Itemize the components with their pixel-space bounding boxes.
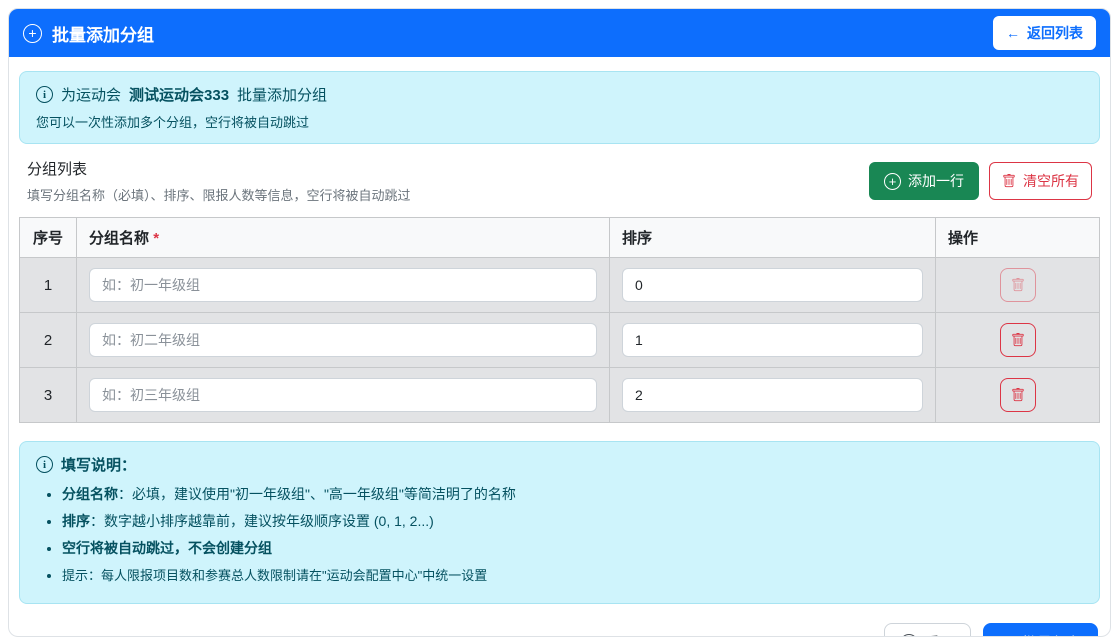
arrow-left-icon: ← <box>1006 25 1020 41</box>
table-row: 1 <box>20 258 1100 313</box>
row-index: 3 <box>20 368 77 423</box>
clear-all-button[interactable]: 清空所有 <box>989 162 1092 200</box>
batch-save-label: 批量保存 <box>1022 632 1082 637</box>
back-to-list-button[interactable]: ← 返回列表 <box>993 16 1096 50</box>
delete-row-button[interactable] <box>1000 268 1036 302</box>
row-action-cell <box>936 258 1100 313</box>
table-row: 2 <box>20 313 1100 368</box>
intro-prefix: 为运动会 <box>61 84 121 105</box>
row-sort-cell <box>610 313 936 368</box>
notes-list: 分组名称：必填，建议使用"初一年级组"、"高一年级组"等简洁明了的名称 排序：数… <box>62 484 1083 584</box>
intro-alert-line2: 您可以一次性添加多个分组，空行将被自动跳过 <box>36 112 1083 131</box>
table-row: 3 <box>20 368 1100 423</box>
sort-order-input[interactable] <box>622 378 923 412</box>
reset-label: 重置 <box>925 632 955 637</box>
table-header-row: 序号 分组名称 * 排序 操作 <box>20 218 1100 258</box>
sort-order-input[interactable] <box>622 268 923 302</box>
row-sort-cell <box>610 368 936 423</box>
page-title-wrap: + 批量添加分组 <box>23 21 154 46</box>
intro-alert: i 为运动会 测试运动会333 批量添加分组 您可以一次性添加多个分组，空行将被… <box>19 71 1100 144</box>
x-circle-icon: × <box>900 634 918 638</box>
trash-icon <box>1002 174 1016 188</box>
required-asterisk: * <box>153 230 159 247</box>
batch-save-button[interactable]: 批量保存 <box>983 623 1098 637</box>
plus-circle-icon: + <box>23 24 42 43</box>
reset-button[interactable]: × 重置 <box>884 623 971 637</box>
section-subtitle: 填写分组名称（必填）、排序、限报人数等信息，空行将被自动跳过 <box>27 185 411 204</box>
add-row-button[interactable]: + 添加一行 <box>869 162 979 200</box>
section-actions: + 添加一行 清空所有 <box>869 162 1092 200</box>
note-item: 空行将被自动跳过，不会创建分组 <box>62 538 1083 558</box>
note-bold: 分组名称 <box>62 486 118 502</box>
back-to-list-label: 返回列表 <box>1027 23 1083 43</box>
group-name-input[interactable] <box>89 378 597 412</box>
col-header-name: 分组名称 * <box>77 218 610 258</box>
intro-suffix: 批量添加分组 <box>237 84 327 105</box>
save-icon <box>999 635 1015 638</box>
note-text: ：必填，建议使用"初一年级组"、"高一年级组"等简洁明了的名称 <box>118 486 516 502</box>
intro-alert-line1: i 为运动会 测试运动会333 批量添加分组 <box>36 84 1083 105</box>
note-bold: 排序 <box>62 513 90 529</box>
clear-all-label: 清空所有 <box>1023 171 1079 191</box>
trash-icon <box>1011 333 1025 347</box>
sort-order-input[interactable] <box>622 323 923 357</box>
row-sort-cell <box>610 258 936 313</box>
group-list-section-head: 分组列表 填写分组名称（必填）、排序、限报人数等信息，空行将被自动跳过 + 添加… <box>27 158 1092 204</box>
note-text: ：数字越小排序越靠前，建议按年级顺序设置 (0, 1, 2...) <box>90 513 434 529</box>
col-header-name-label: 分组名称 <box>89 230 149 247</box>
row-name-cell <box>77 313 610 368</box>
note-bold: 空行将被自动跳过，不会创建分组 <box>62 540 272 556</box>
note-text: 提示：每人限报项目数和参赛总人数限制请在"运动会配置中心"中统一设置 <box>62 568 487 583</box>
section-title-wrap: 分组列表 填写分组名称（必填）、排序、限报人数等信息，空行将被自动跳过 <box>27 158 411 204</box>
add-row-label: 添加一行 <box>908 171 964 191</box>
groups-table: 序号 分组名称 * 排序 操作 1 <box>19 217 1100 423</box>
card-header: + 批量添加分组 ← 返回列表 <box>9 9 1110 57</box>
row-name-cell <box>77 368 610 423</box>
col-header-index: 序号 <box>20 218 77 258</box>
notes-title-wrap: i 填写说明： <box>36 454 1083 475</box>
note-item: 提示：每人限报项目数和参赛总人数限制请在"运动会配置中心"中统一设置 <box>62 565 1083 584</box>
info-circle-icon: i <box>36 456 53 473</box>
note-item: 排序：数字越小排序越靠前，建议按年级顺序设置 (0, 1, 2...) <box>62 511 1083 531</box>
row-action-cell <box>936 368 1100 423</box>
group-name-input[interactable] <box>89 323 597 357</box>
row-index: 1 <box>20 258 77 313</box>
trash-icon <box>1011 388 1025 402</box>
card-body: i 为运动会 测试运动会333 批量添加分组 您可以一次性添加多个分组，空行将被… <box>9 57 1110 614</box>
event-name: 测试运动会333 <box>129 84 229 105</box>
group-name-input[interactable] <box>89 268 597 302</box>
trash-icon <box>1011 278 1025 292</box>
notes-title: 填写说明： <box>61 454 136 475</box>
note-item: 分组名称：必填，建议使用"初一年级组"、"高一年级组"等简洁明了的名称 <box>62 484 1083 504</box>
delete-row-button[interactable] <box>1000 378 1036 412</box>
info-circle-icon: i <box>36 86 53 103</box>
col-header-sort: 排序 <box>610 218 936 258</box>
batch-add-groups-card: + 批量添加分组 ← 返回列表 i 为运动会 测试运动会333 批量添加分组 您… <box>8 8 1111 637</box>
row-index: 2 <box>20 313 77 368</box>
row-name-cell <box>77 258 610 313</box>
plus-circle-icon: + <box>884 173 901 190</box>
row-action-cell <box>936 313 1100 368</box>
col-header-action: 操作 <box>936 218 1100 258</box>
notes-alert: i 填写说明： 分组名称：必填，建议使用"初一年级组"、"高一年级组"等简洁明了… <box>19 441 1100 604</box>
delete-row-button[interactable] <box>1000 323 1036 357</box>
page-title: 批量添加分组 <box>52 21 154 46</box>
section-title: 分组列表 <box>27 158 411 179</box>
card-footer: × 重置 批量保存 <box>9 614 1110 637</box>
